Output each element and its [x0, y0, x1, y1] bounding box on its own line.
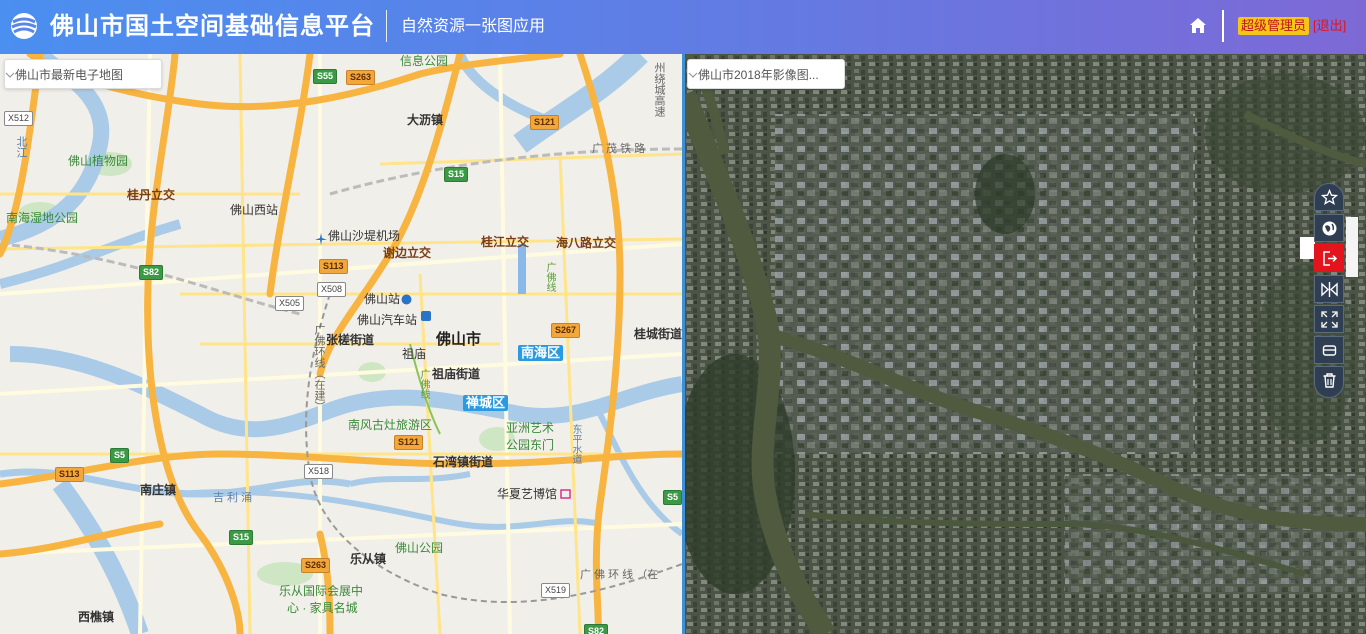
map-label: 海八路立交	[556, 236, 617, 250]
favorite-button[interactable]	[1314, 183, 1344, 211]
map-label: 佛山市	[436, 331, 482, 348]
fullscreen-icon	[1321, 311, 1338, 328]
map-label: 北江	[15, 136, 27, 158]
home-icon[interactable]	[1188, 16, 1208, 36]
map-label: 谢边立交	[383, 246, 432, 260]
map-label: 石湾镇街道	[433, 455, 494, 469]
swipe-compare-button[interactable]	[1314, 274, 1344, 303]
map-label: 南海湿地公园	[6, 211, 79, 225]
map-toolbar	[1314, 183, 1346, 401]
map-label: 佛山汽车站	[357, 313, 418, 327]
imagery-map[interactable]: 佛山市2018年影像图...	[685, 54, 1366, 634]
map-label: 东平水道	[570, 424, 581, 464]
map-label: 信息公园	[400, 54, 449, 68]
chevron-down-icon	[5, 72, 15, 78]
road-shield: S15	[444, 167, 469, 182]
header-divider-right	[1222, 10, 1224, 42]
app-title: 佛山市国土空间基础信息平台	[50, 13, 375, 40]
side-scrollbar[interactable]	[1346, 217, 1358, 277]
map-label: 南海区	[518, 345, 564, 361]
map-label: 南风古灶旅游区	[348, 418, 433, 432]
map-label: 禅城区	[463, 395, 509, 411]
road-shield: S55	[313, 69, 338, 84]
road-shield: S113	[55, 467, 84, 482]
exit-icon	[1323, 251, 1338, 266]
map-label: 广佛线	[418, 369, 429, 399]
trash-icon	[1323, 373, 1336, 388]
globe-icon	[1322, 221, 1337, 235]
road-shield: X519	[541, 583, 571, 598]
map-label: 乐从国际会展中	[279, 584, 364, 598]
imagery-layer-value: 佛山市2018年影像图...	[698, 68, 819, 82]
map-label: 广佛环线（在建）	[313, 324, 325, 412]
road-shield: S263	[346, 70, 376, 85]
map-label: 西樵镇	[78, 610, 115, 624]
map-label: 大沥镇	[407, 113, 444, 127]
fullscreen-button[interactable]	[1314, 305, 1344, 333]
road-shield: S121	[530, 115, 560, 130]
map-label: 佛山站	[364, 292, 401, 306]
road-shield: S5	[663, 490, 682, 505]
map-label: 佛山公园	[395, 541, 444, 555]
logout-link[interactable]: [退出]	[1313, 17, 1346, 35]
imagery-layer-select[interactable]: 佛山市2018年影像图...	[687, 59, 845, 89]
road-shield: S82	[584, 624, 609, 634]
eraser-icon	[1322, 344, 1337, 356]
map-label: 祖庙	[402, 347, 427, 361]
map-label: 亚洲艺术	[506, 421, 555, 435]
header-divider	[386, 10, 387, 42]
vector-map[interactable]: 佛山市最新电子地图 佛山植物园 桂丹立交 佛山西站 南海湿地公园 佛山沙堤机场 …	[0, 54, 682, 634]
airport-icon	[315, 233, 327, 245]
map-label: 华夏艺博馆	[497, 487, 558, 501]
basemap-layer-select[interactable]: 佛山市最新电子地图	[4, 59, 162, 89]
road-shield: S5	[110, 448, 130, 463]
compare-icon	[1321, 281, 1338, 297]
road-shield: X505	[275, 296, 305, 311]
road-shield: X518	[304, 464, 334, 479]
road-shield: S263	[301, 558, 331, 573]
bus-station-icon	[421, 311, 431, 321]
map-label: 广 茂 铁 路	[592, 143, 646, 155]
map-label: 州绕城高速	[653, 62, 665, 117]
map-label: 公园东门	[506, 438, 555, 452]
map-label: 桂城街道	[634, 327, 682, 341]
map-label: 佛山植物园	[68, 154, 129, 168]
map-label: 乐从镇	[350, 552, 387, 566]
map-label: 佛山沙堤机场	[328, 229, 401, 243]
globe-button[interactable]	[1314, 213, 1344, 242]
map-label: 广 佛 环 线 （在	[580, 569, 659, 581]
map-label: 桂江立交	[481, 235, 530, 249]
globe-logo-icon	[11, 13, 37, 39]
map-label: 南庄镇	[140, 483, 177, 497]
star-icon	[1321, 189, 1338, 206]
panel-toggle-tab[interactable]	[1300, 237, 1315, 259]
basemap-layer-value: 佛山市最新电子地图	[15, 68, 124, 82]
delete-button[interactable]	[1314, 366, 1344, 398]
road-shield: X508	[317, 282, 347, 297]
train-station-icon	[401, 294, 412, 305]
map-label: 广佛线	[544, 262, 555, 292]
map-label: 桂丹立交	[127, 188, 176, 202]
map-label: 吉 利 涌	[213, 492, 253, 504]
road-shield: S267	[551, 323, 581, 338]
clear-button[interactable]	[1314, 335, 1344, 364]
chevron-down-icon	[688, 72, 698, 78]
app-subtitle: 自然资源一张图应用	[401, 18, 546, 35]
imagery-map-canvas	[685, 54, 1366, 634]
exit-compare-button[interactable]	[1314, 244, 1344, 272]
map-label: 心 · 家具名城	[287, 601, 358, 615]
road-shield: S82	[139, 265, 164, 280]
app-header: 佛山市国土空间基础信息平台 自然资源一张图应用 超级管理员 [退出]	[0, 0, 1366, 54]
museum-icon	[560, 489, 571, 499]
road-shield: X512	[4, 111, 34, 126]
road-shield: S121	[394, 435, 424, 450]
map-label: 佛山西站	[230, 203, 279, 217]
user-role-badge: 超级管理员	[1238, 17, 1310, 35]
map-label: 祖庙街道	[432, 367, 481, 381]
map-label: 张槎街道	[326, 333, 375, 347]
road-shield: S15	[229, 530, 254, 545]
road-shield: S113	[319, 259, 348, 274]
